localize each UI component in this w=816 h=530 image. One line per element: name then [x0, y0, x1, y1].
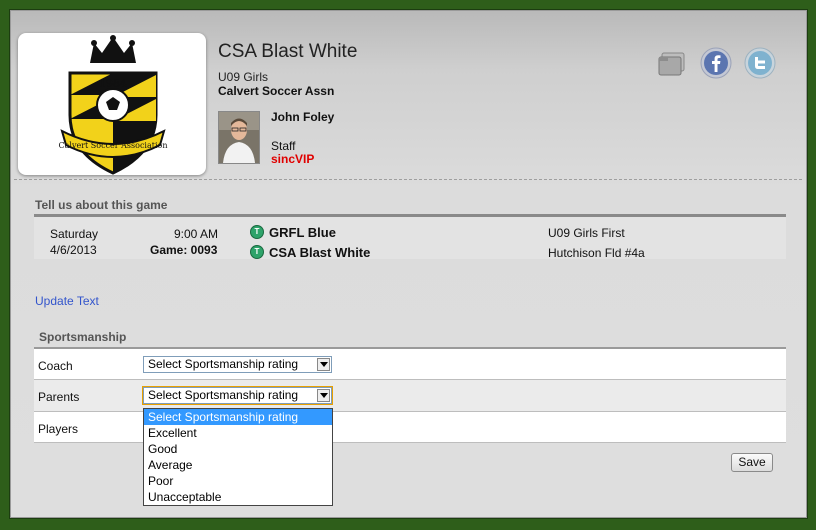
logo-year: 1984	[99, 77, 127, 90]
parents-rating-select[interactable]: Select Sportsmanship rating	[142, 386, 333, 405]
game-time: 9:00 AM	[174, 227, 219, 241]
chevron-down-icon[interactable]	[317, 358, 330, 371]
facebook-icon[interactable]	[700, 47, 732, 79]
logo-ribbon-text: Calvert Soccer Association	[59, 141, 168, 150]
chevron-down-icon[interactable]	[317, 389, 330, 402]
club-name: Calvert Soccer Assn	[218, 84, 335, 98]
row-label: Coach	[38, 359, 73, 373]
dropdown-option[interactable]: Good	[144, 441, 332, 457]
game-number: Game: 0093	[150, 243, 218, 257]
dropdown-option[interactable]: Unacceptable	[144, 489, 332, 505]
away-team[interactable]: CSA Blast White	[269, 245, 370, 260]
game-day: Saturday	[50, 227, 99, 241]
team-name: CSA Blast White	[218, 41, 358, 62]
header-divider	[14, 179, 802, 180]
sportsmanship-row-parents: Parents Select Sportsmanship rating	[34, 379, 786, 411]
sportsmanship-title: Sportsmanship	[39, 330, 127, 344]
avatar	[218, 111, 260, 164]
game-section-title: Tell us about this game	[35, 198, 168, 212]
user-name: John Foley	[271, 110, 335, 124]
team-logo: 1984 Calvert Soccer Association	[18, 33, 206, 175]
row-label: Players	[38, 422, 79, 436]
team-division: U09 Girls	[218, 70, 269, 84]
user-role: Staff	[271, 139, 296, 153]
dropdown-option[interactable]: Poor	[144, 473, 332, 489]
field-name: Hutchison Fld #4a	[548, 246, 645, 260]
team-icon: T	[250, 225, 264, 239]
team-icon: T	[250, 245, 264, 259]
save-button[interactable]: Save	[731, 453, 773, 472]
user-org: sincVIP	[271, 152, 315, 166]
folders-icon[interactable]	[656, 47, 688, 79]
coach-rating-select[interactable]: Select Sportsmanship rating	[143, 356, 332, 373]
row-label: Parents	[38, 390, 80, 404]
twitter-icon[interactable]	[744, 47, 776, 79]
dropdown-option[interactable]: Select Sportsmanship rating	[144, 409, 332, 425]
main-panel: 1984 Calvert Soccer Association CSA Blas…	[10, 10, 807, 518]
game-date: 4/6/2013	[50, 243, 97, 257]
rating-dropdown-list: Select Sportsmanship rating Excellent Go…	[143, 408, 333, 506]
sportsmanship-row-coach: Coach Select Sportsmanship rating	[34, 347, 786, 380]
dropdown-option[interactable]: Average	[144, 457, 332, 473]
update-text-link[interactable]: Update Text	[35, 294, 99, 308]
home-team[interactable]: GRFL Blue	[269, 225, 336, 240]
competition: U09 Girls First	[548, 226, 625, 240]
game-row: Saturday 4/6/2013 9:00 AM Game: 0093 T G…	[34, 217, 786, 260]
dropdown-option[interactable]: Excellent	[144, 425, 332, 441]
